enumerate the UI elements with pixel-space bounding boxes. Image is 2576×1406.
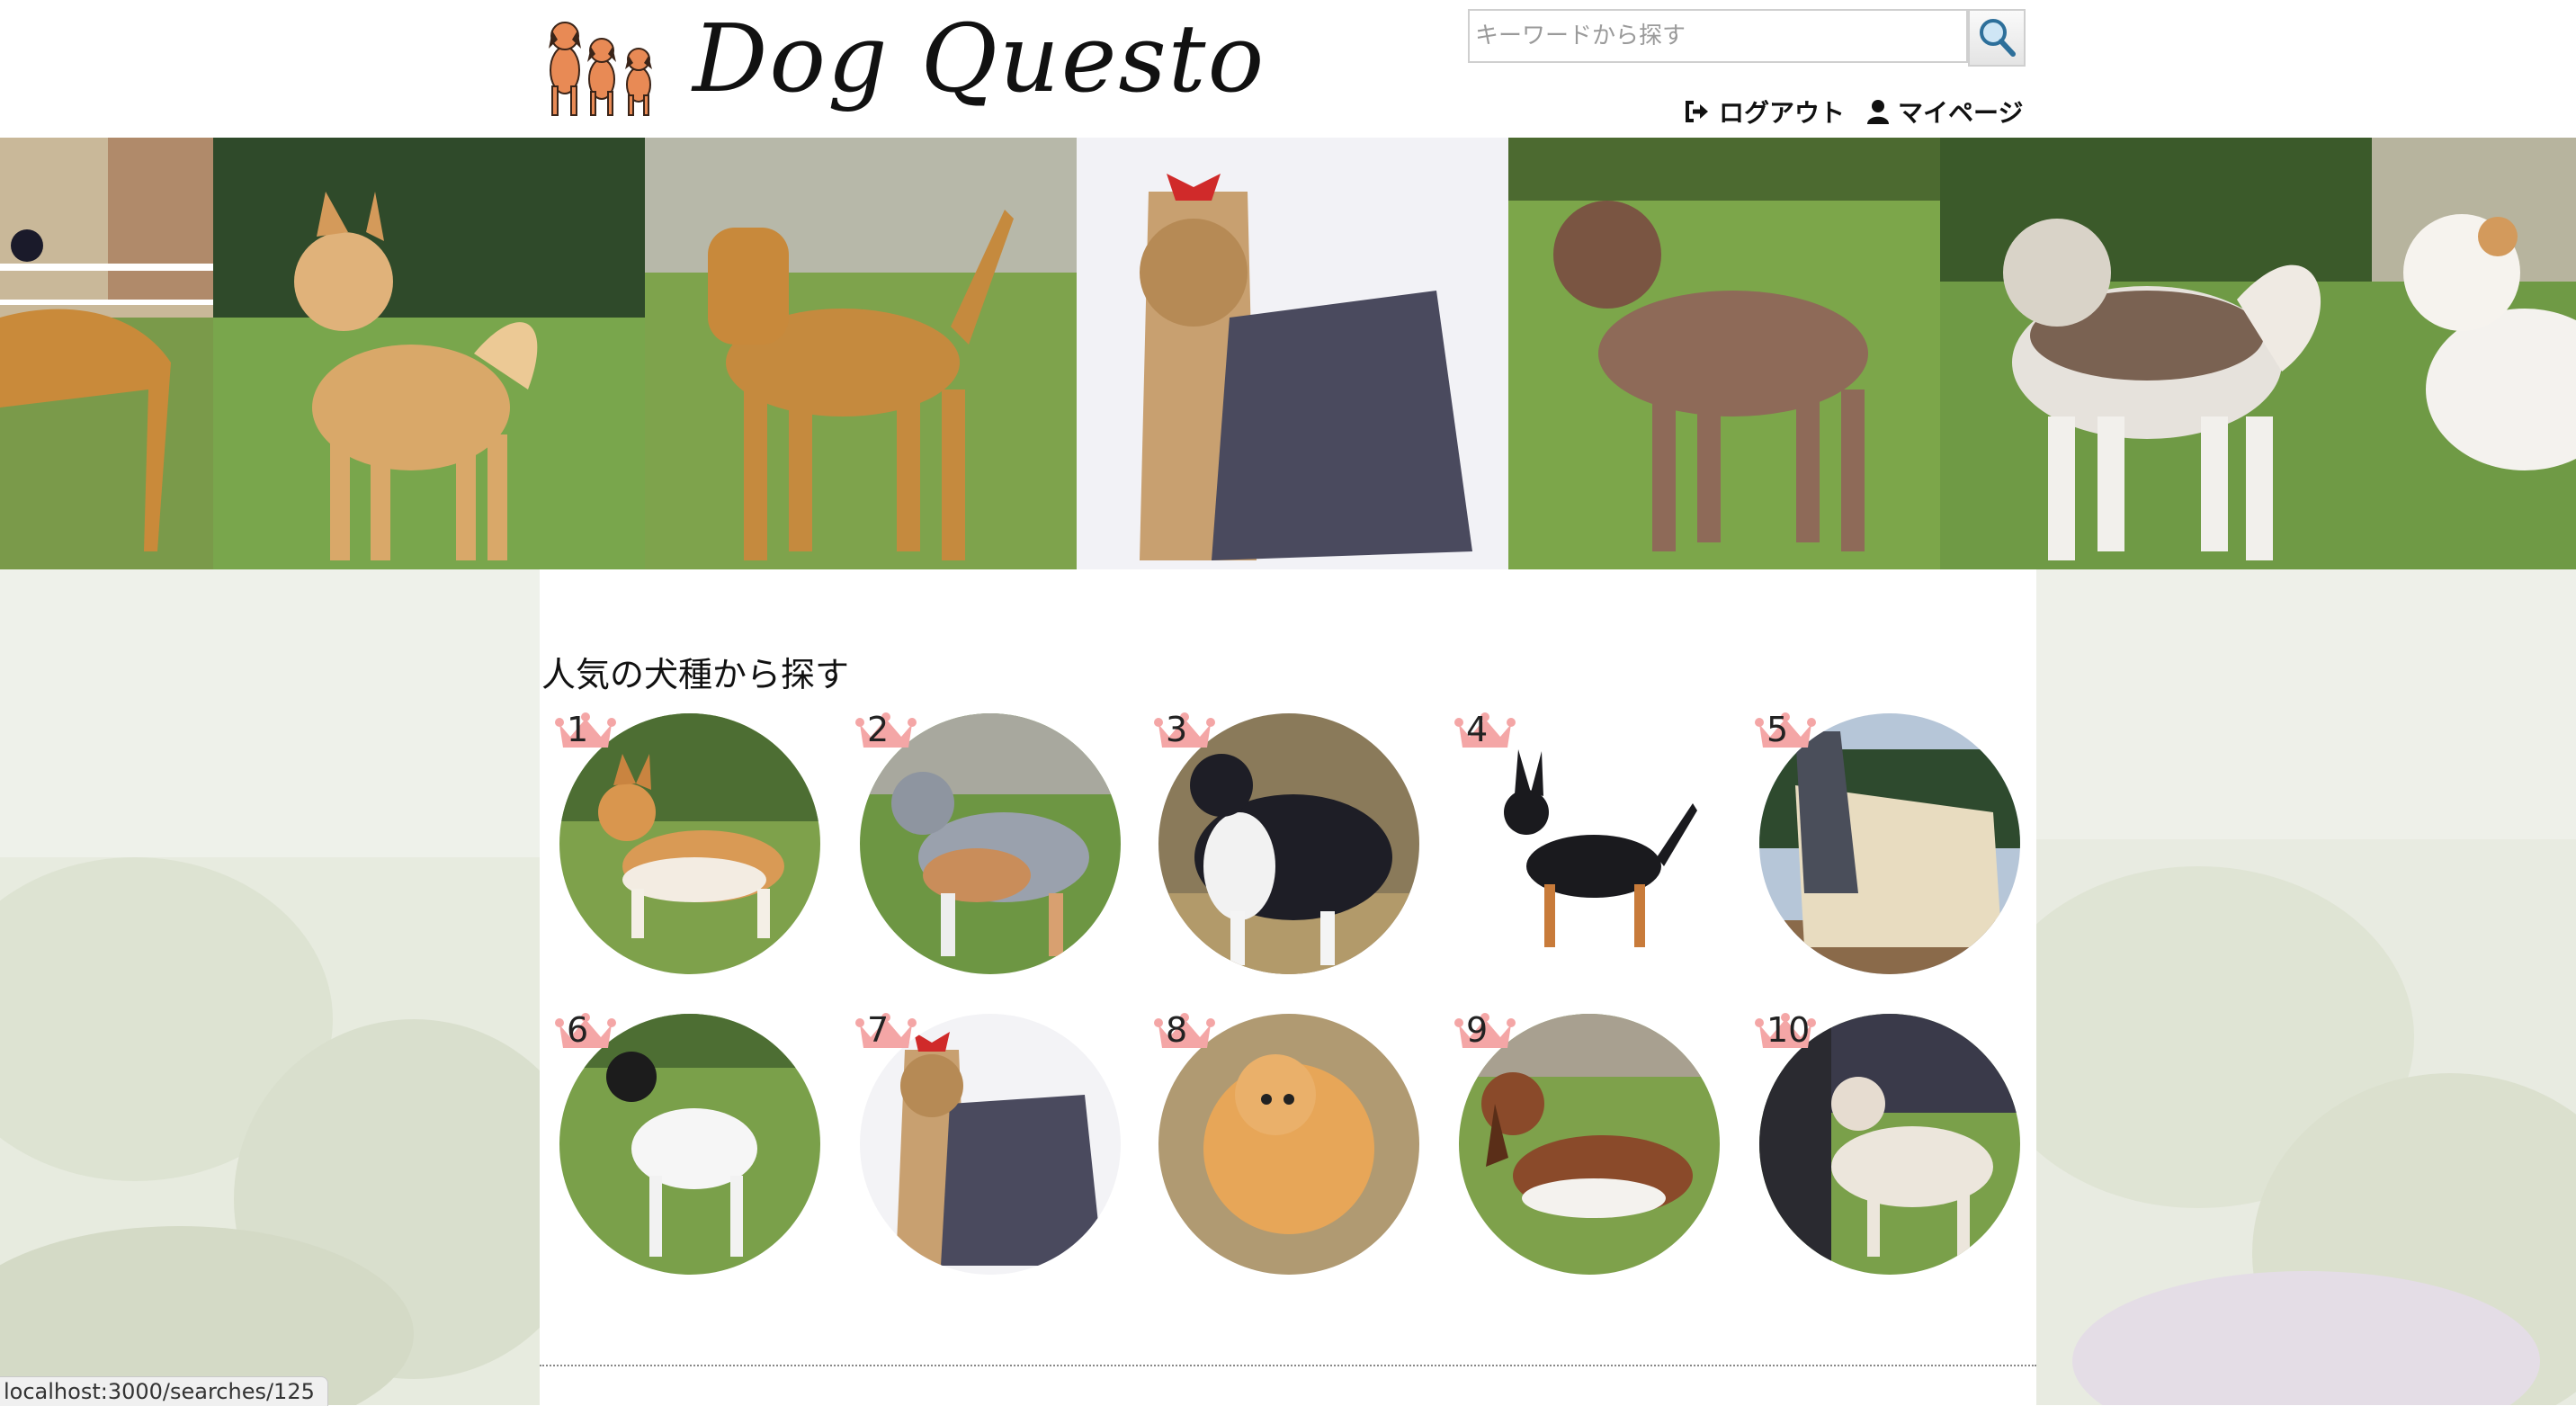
hero-photo-yorkshire xyxy=(1077,138,1508,569)
rank-number: 6 xyxy=(567,1010,589,1050)
breed-card-1[interactable]: 1 xyxy=(555,710,820,974)
hero-photo-white-dog xyxy=(2372,138,2576,569)
rank-number: 2 xyxy=(867,710,890,749)
mypage-link[interactable]: マイページ xyxy=(1867,94,2023,130)
rank-number: 3 xyxy=(1166,710,1188,749)
rank-badge: 8 xyxy=(1153,1010,1216,1055)
logo-text[interactable]: Dog Questo xyxy=(693,0,1266,126)
background-grass-left xyxy=(0,569,540,1405)
hero-photo-greyhound xyxy=(0,138,213,569)
search-form xyxy=(1468,9,2029,67)
breed-card-7[interactable]: 7 xyxy=(855,1010,1121,1275)
rank-badge: 9 xyxy=(1453,1010,1516,1055)
popular-breeds-title: 人気の犬種から探す xyxy=(541,655,850,694)
logout-link[interactable]: ログアウト xyxy=(1685,94,1845,130)
rank-badge: 1 xyxy=(554,710,617,755)
breed-card-3[interactable]: 3 xyxy=(1154,710,1419,974)
logout-label: ログアウト xyxy=(1719,98,1846,128)
user-icon xyxy=(1867,100,1889,124)
rank-badge: 5 xyxy=(1754,710,1817,755)
breed-card-2[interactable]: 2 xyxy=(855,710,1121,974)
breed-card-5[interactable]: 5 xyxy=(1755,710,2020,974)
rank-badge: 7 xyxy=(854,1010,917,1055)
breed-card-10[interactable]: 10 xyxy=(1755,1010,2020,1275)
rank-badge: 6 xyxy=(554,1010,617,1055)
breed-card-4[interactable]: 4 xyxy=(1454,710,1720,974)
logo-dogs-icon[interactable] xyxy=(545,13,662,119)
hero-photo-griffon xyxy=(1508,138,1940,569)
rank-badge: 10 xyxy=(1754,1010,1817,1055)
mypage-label: マイページ xyxy=(1898,98,2024,128)
hero-photo-irish-terrier xyxy=(645,138,1077,569)
rank-number: 8 xyxy=(1166,1010,1188,1050)
rank-badge: 3 xyxy=(1153,710,1216,755)
rank-badge: 4 xyxy=(1453,710,1516,755)
search-input[interactable] xyxy=(1468,9,1968,63)
breed-card-6[interactable]: 6 xyxy=(555,1010,820,1275)
rank-number: 9 xyxy=(1466,1010,1489,1050)
rank-badge: 2 xyxy=(854,710,917,755)
breed-card-9[interactable]: 9 xyxy=(1454,1010,1720,1275)
breed-card-8[interactable]: 8 xyxy=(1154,1010,1419,1275)
hero-banner xyxy=(0,138,2576,569)
rank-number: 7 xyxy=(867,1010,890,1050)
hero-photo-malamute xyxy=(1940,138,2372,569)
site-header: Dog Questo ログアウト マイページ xyxy=(0,0,2576,138)
status-bar-url: localhost:3000/searches/125 xyxy=(0,1376,328,1406)
background-grass-right xyxy=(2036,569,2576,1405)
section-divider xyxy=(540,1365,2036,1366)
sign-out-icon xyxy=(1686,101,1708,122)
hero-photo-jindo xyxy=(213,138,645,569)
rank-number: 5 xyxy=(1767,710,1789,749)
main-content: 人気の犬種から探す 1 2 3 4 5 6 7 8 9 10 xyxy=(540,569,2036,1405)
search-button[interactable] xyxy=(1968,9,2026,67)
rank-number: 10 xyxy=(1767,1010,1811,1050)
magnifier-icon xyxy=(1980,19,2016,57)
rank-number: 1 xyxy=(567,710,589,749)
rank-number: 4 xyxy=(1466,710,1489,749)
